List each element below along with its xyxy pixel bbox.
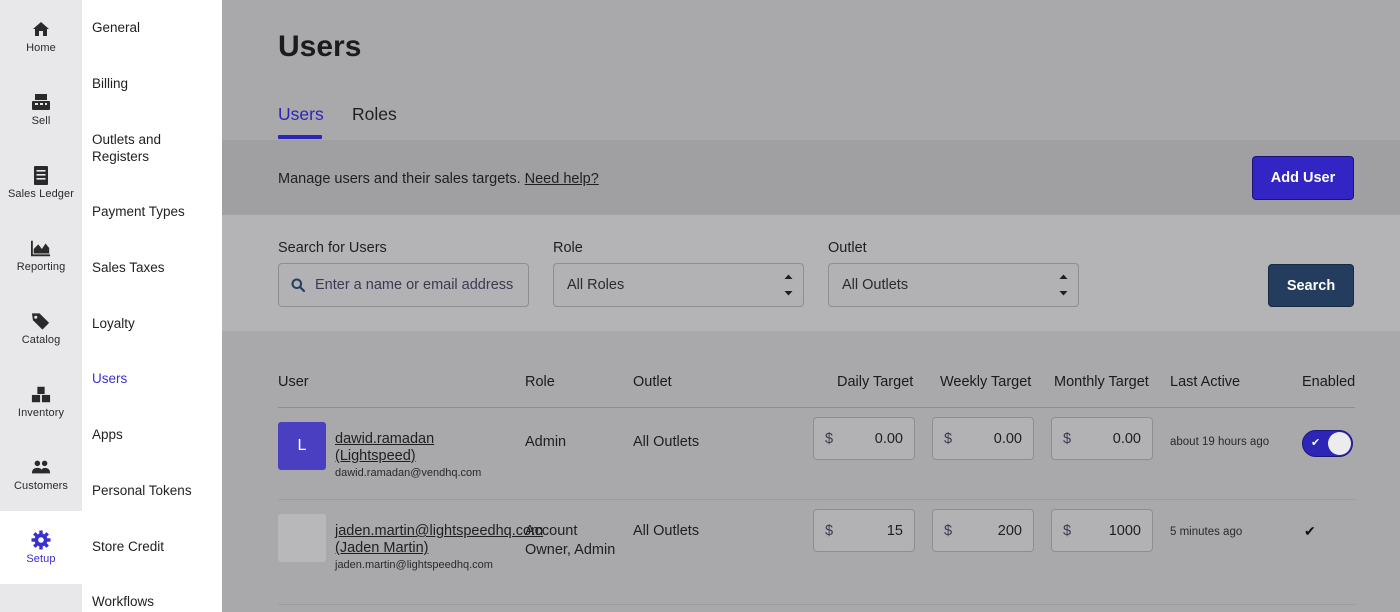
row-divider bbox=[278, 604, 1355, 605]
subnav-item-workflows[interactable]: Workflows bbox=[92, 593, 217, 610]
column-header-role: Role bbox=[525, 374, 555, 390]
outlet-label: Outlet bbox=[828, 240, 867, 256]
user-outlet: All Outlets bbox=[633, 523, 700, 539]
nav-inventory[interactable]: Inventory bbox=[0, 365, 82, 438]
daily-target-input[interactable]: $ 15 bbox=[813, 509, 915, 552]
page-title: Users bbox=[278, 30, 362, 63]
daily-target-input[interactable]: $ 0.00 bbox=[813, 417, 915, 460]
row-divider bbox=[278, 499, 1355, 500]
description-text: Manage users and their sales targets. Ne… bbox=[278, 171, 599, 187]
main-nav-rail: Home Sell Sales Ledger Reporting Catalog… bbox=[0, 0, 82, 612]
subnav-item-general[interactable]: General bbox=[92, 19, 217, 36]
avatar bbox=[278, 514, 326, 562]
daily-target-value: 0.00 bbox=[874, 430, 903, 447]
nav-customers[interactable]: Customers bbox=[0, 438, 82, 511]
subnav-item-store-credit[interactable]: Store Credit bbox=[92, 538, 217, 555]
column-header-weekly-target: Weekly Target bbox=[940, 374, 1032, 390]
user-email: jaden.martin@lightspeedhq.com bbox=[335, 559, 493, 571]
user-name-link[interactable]: dawid.ramadan (Lightspeed) bbox=[335, 431, 455, 465]
tab-users[interactable]: Users bbox=[278, 104, 324, 125]
ledger-icon bbox=[31, 165, 51, 185]
user-role: Admin bbox=[525, 434, 567, 450]
daily-target-value: 15 bbox=[886, 522, 903, 539]
tag-icon bbox=[31, 311, 51, 331]
check-icon: ✔ bbox=[1311, 437, 1321, 449]
nav-setup[interactable]: Setup bbox=[0, 511, 82, 584]
outlet-select-value: All Outlets bbox=[842, 277, 909, 293]
outlet-select[interactable]: All Outlets bbox=[828, 263, 1079, 307]
need-help-link[interactable]: Need help? bbox=[525, 171, 599, 187]
chart-icon bbox=[31, 238, 51, 258]
subnav-item-users[interactable]: Users bbox=[92, 370, 217, 387]
description-label: Manage users and their sales targets. bbox=[278, 171, 521, 187]
register-icon bbox=[31, 92, 51, 112]
tab-roles[interactable]: Roles bbox=[352, 104, 397, 125]
subnav-item-payment-types[interactable]: Payment Types bbox=[92, 203, 217, 220]
subnav-item-billing[interactable]: Billing bbox=[92, 75, 217, 92]
add-user-button[interactable]: Add User bbox=[1252, 156, 1354, 200]
monthly-target-value: 0.00 bbox=[1112, 430, 1141, 447]
role-select-value: All Roles bbox=[567, 277, 625, 293]
currency-symbol: $ bbox=[1063, 430, 1072, 447]
role-label: Role bbox=[553, 240, 583, 256]
currency-symbol: $ bbox=[1063, 522, 1072, 539]
search-placeholder: Enter a name or email address bbox=[315, 277, 514, 293]
search-input[interactable]: Enter a name or email address bbox=[278, 263, 529, 307]
monthly-target-value: 1000 bbox=[1108, 522, 1141, 539]
nav-sales-ledger[interactable]: Sales Ledger bbox=[0, 146, 82, 219]
header-divider bbox=[278, 407, 1355, 408]
currency-symbol: $ bbox=[944, 430, 953, 447]
toggle-knob bbox=[1328, 432, 1351, 455]
subnav-item-loyalty[interactable]: Loyalty bbox=[92, 315, 217, 332]
monthly-target-input[interactable]: $ 1000 bbox=[1051, 509, 1153, 552]
main-content: Users Users Roles Manage users and their… bbox=[222, 0, 1400, 612]
select-arrows-icon bbox=[784, 274, 793, 296]
home-icon bbox=[31, 19, 51, 39]
gear-icon bbox=[31, 530, 51, 550]
nav-reporting[interactable]: Reporting bbox=[0, 219, 82, 292]
people-icon bbox=[31, 457, 51, 477]
column-header-monthly-target: Monthly Target bbox=[1054, 374, 1149, 390]
subnav-item-apps[interactable]: Apps bbox=[92, 426, 217, 443]
setup-subnav: General Billing Outlets and Registers Pa… bbox=[82, 0, 222, 612]
column-header-user: User bbox=[278, 374, 309, 390]
role-select[interactable]: All Roles bbox=[553, 263, 804, 307]
column-header-last-active: Last Active bbox=[1170, 374, 1241, 390]
boxes-icon bbox=[31, 384, 51, 404]
currency-symbol: $ bbox=[944, 522, 953, 539]
weekly-target-value: 200 bbox=[997, 522, 1022, 539]
search-button[interactable]: Search bbox=[1268, 264, 1354, 307]
last-active: 5 minutes ago bbox=[1170, 526, 1243, 538]
weekly-target-input[interactable]: $ 0.00 bbox=[932, 417, 1034, 460]
weekly-target-input[interactable]: $ 200 bbox=[932, 509, 1034, 552]
column-header-daily-target: Daily Target bbox=[837, 374, 914, 390]
user-outlet: All Outlets bbox=[633, 434, 700, 450]
column-header-outlet: Outlet bbox=[633, 374, 672, 390]
search-label: Search for Users bbox=[278, 240, 387, 256]
last-active: about 19 hours ago bbox=[1170, 436, 1270, 448]
nav-sell[interactable]: Sell bbox=[0, 73, 82, 146]
user-name-link[interactable]: jaden.martin@lightspeedhq.com (Jaden Mar… bbox=[335, 523, 543, 557]
column-header-enabled: Enabled bbox=[1302, 374, 1356, 390]
active-tab-indicator bbox=[278, 135, 322, 139]
currency-symbol: $ bbox=[825, 430, 834, 447]
weekly-target-value: 0.00 bbox=[993, 430, 1022, 447]
nav-home[interactable]: Home bbox=[0, 0, 82, 73]
enabled-toggle[interactable]: ✔ bbox=[1302, 430, 1353, 457]
enabled-check-icon: ✔ bbox=[1304, 523, 1316, 539]
user-role: Account Owner, Admin bbox=[525, 523, 616, 558]
currency-symbol: $ bbox=[825, 522, 834, 539]
subnav-item-personal-tokens[interactable]: Personal Tokens bbox=[92, 482, 217, 499]
subnav-item-sales-taxes[interactable]: Sales Taxes bbox=[92, 259, 217, 276]
subnav-item-outlets-and-registers[interactable]: Outlets and Registers bbox=[92, 131, 187, 165]
user-email: dawid.ramadan@vendhq.com bbox=[335, 467, 482, 479]
avatar: L bbox=[278, 422, 326, 470]
search-icon bbox=[291, 278, 305, 292]
monthly-target-input[interactable]: $ 0.00 bbox=[1051, 417, 1153, 460]
nav-catalog[interactable]: Catalog bbox=[0, 292, 82, 365]
select-arrows-icon bbox=[1059, 274, 1068, 296]
